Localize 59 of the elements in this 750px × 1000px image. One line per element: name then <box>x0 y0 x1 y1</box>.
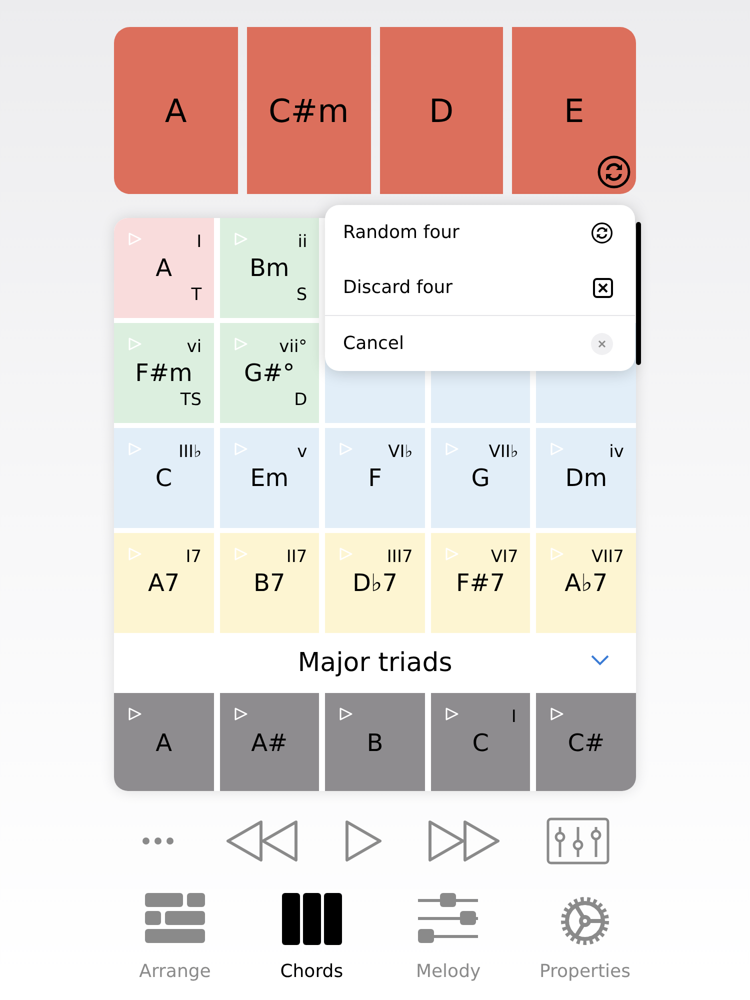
function-label: TS <box>180 388 202 412</box>
bars-icon <box>282 893 342 945</box>
close-box-icon <box>593 278 613 298</box>
tab[interactable]: Chords <box>246 893 377 983</box>
function-label: D <box>294 388 308 412</box>
roman-numeral: VI♭ <box>388 441 413 464</box>
chord-cell[interactable]: A <box>114 693 214 791</box>
chord-slot[interactable]: E <box>512 27 636 194</box>
bricks-icon <box>145 893 205 945</box>
chord-cell[interactable]: II7 B7 <box>220 533 320 633</box>
roman-numeral: VI7 <box>490 546 518 569</box>
menu-item[interactable]: Random four <box>325 205 635 260</box>
roman-numeral: VII7 <box>591 546 624 569</box>
sliders-icon <box>418 893 478 945</box>
chord-cell[interactable]: B <box>325 693 425 791</box>
chord-cell[interactable]: v Em <box>220 428 320 528</box>
chord-slot[interactable]: D <box>380 27 504 194</box>
chord-cell[interactable]: vii° G#° D <box>220 323 320 423</box>
chord-cell[interactable]: I7 A7 <box>114 533 214 633</box>
chord-set-title: Major triads <box>298 646 452 680</box>
chord-cell[interactable]: vi F#m TS <box>114 323 214 423</box>
chord-cell[interactable]: III7 D♭7 <box>325 533 425 633</box>
play-icon[interactable] <box>344 820 382 862</box>
close-icon <box>591 332 613 354</box>
roman-numeral: VII♭ <box>488 441 518 464</box>
roman-numeral: I <box>196 231 202 254</box>
rewind-icon[interactable] <box>226 820 298 862</box>
scrollbar[interactable] <box>636 222 641 365</box>
roman-numeral: ii <box>298 231 308 254</box>
chord-cell[interactable]: III♭ C <box>114 428 214 528</box>
chord-cell[interactable]: I A T <box>114 218 214 318</box>
chord-cell[interactable]: C# <box>536 693 636 791</box>
fast-forward-icon[interactable] <box>428 820 500 862</box>
menu-item[interactable]: Discard four <box>325 260 635 315</box>
function-label: T <box>191 284 202 306</box>
roman-numeral: III♭ <box>178 441 202 464</box>
function-label: S <box>296 284 308 306</box>
roman-numeral: iv <box>609 441 624 464</box>
roman-numeral: II7 <box>286 546 308 569</box>
chord-cell[interactable]: I C <box>430 693 530 791</box>
chord-slot[interactable]: A <box>114 27 238 194</box>
chord-cell[interactable]: VII♭ G <box>430 428 530 528</box>
roman-numeral: vii° <box>279 336 308 359</box>
chord-cell[interactable]: A# <box>220 693 320 791</box>
chord-slot[interactable]: C#m <box>246 27 370 194</box>
chord-cell[interactable]: VI♭ F <box>325 428 425 528</box>
roman-numeral: v <box>297 441 308 464</box>
refresh-icon <box>591 222 613 244</box>
refresh-icon[interactable] <box>597 155 631 189</box>
roman-numeral: vi <box>186 336 202 359</box>
mixer-icon[interactable] <box>546 817 610 865</box>
chevron-down-icon[interactable] <box>591 655 609 666</box>
roman-numeral: I7 <box>186 546 202 569</box>
chord-cell[interactable]: ii Bm S <box>220 218 320 318</box>
chord-cell[interactable]: iv Dm <box>536 428 636 528</box>
roman-numeral: III7 <box>386 546 413 569</box>
chord-cell[interactable]: VI7 F#7 <box>430 533 530 633</box>
roman-numeral: I <box>511 706 516 729</box>
chord-cell[interactable]: VII7 A♭7 <box>536 533 636 633</box>
